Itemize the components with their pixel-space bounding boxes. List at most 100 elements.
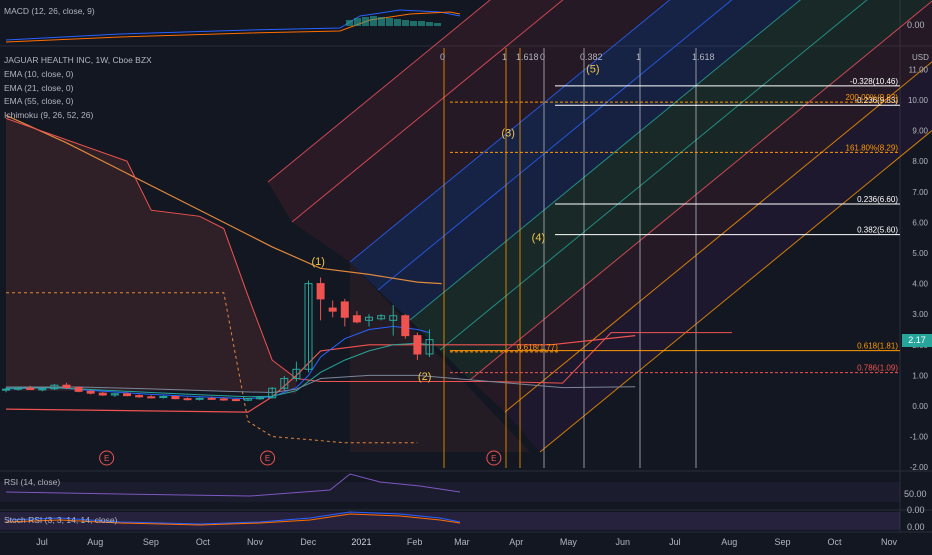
candle-body[interactable] [328,307,337,312]
elliott-wave-label: (5) [586,63,599,75]
time-axis-tick: Feb [407,537,423,547]
time-axis-tick: Jul [36,537,48,547]
ema21-legend[interactable]: EMA (21, close, 0) [4,83,73,93]
macd-axis-tick: 0.00 [907,20,925,30]
price-axis-tick: 8.00 [912,157,928,166]
chart-canvas[interactable]: 0 1 1.618 0 0.382 1 1.618 -0.328(10.46)-0.236(… [0,0,932,550]
candle-body[interactable] [2,388,10,391]
macd-histogram-bar [354,18,361,26]
fib-level-label: -0.328(10.46) [850,77,898,86]
fib-level-label: 0.618(1.77) [517,343,558,352]
elliott-wave-label: (1) [311,256,324,268]
stoch-rsi-title[interactable]: Stoch RSI (3, 3, 14, 14, close) [4,515,117,525]
fib-level-label: 0.382(5.60) [857,226,898,235]
candle-body[interactable] [98,392,107,396]
symbol-title[interactable]: JAGUAR HEALTH INC, 1W, Cboe BZX [4,55,152,65]
candle-body[interactable] [26,387,35,390]
time-axis-tick: Sep [143,537,159,547]
ichimoku-legend[interactable]: Ichimoku (9, 26, 52, 26) [4,110,93,120]
ichimoku-cloud [6,118,297,394]
macd-histogram-bar [410,21,417,26]
price-axis-tick: -2.00 [910,463,929,472]
price-axis-tick: 4.00 [912,280,928,289]
macd-histogram-bar [346,20,353,26]
fib-time-label: 0 [440,52,445,62]
currency-label: USD [912,53,929,62]
candle-body[interactable] [38,388,47,391]
fib-level-label: 0.618(1.81) [857,342,898,351]
time-axis-tick: Mar [454,537,470,547]
time-axis-tick: Apr [509,537,523,547]
macd-histogram-bar [434,23,441,26]
price-axis-tick: -1.00 [910,433,929,442]
time-axis-tick: Jul [669,537,681,547]
macd-histogram-bar [426,22,433,26]
candle-body[interactable] [135,395,144,398]
earnings-marker-label: E [265,454,270,463]
time-axis-tick: Sep [775,537,791,547]
candle-body[interactable] [256,397,265,400]
candle-body[interactable] [316,283,325,300]
time-axis-tick: Oct [828,537,843,547]
ema55-legend[interactable]: EMA (55, close, 0) [4,96,73,106]
stoch-axis-tick: 0.00 [907,522,925,532]
time-axis-tick: 2021 [351,537,371,547]
fib-level-label: 0.786(1.09) [857,364,898,373]
candle-body[interactable] [62,384,71,389]
time-axis-tick: Dec [300,537,317,547]
candle-body[interactable] [74,387,83,392]
rsi-axis-tick: 50.00 [904,489,927,499]
ema10-legend[interactable]: EMA (10, close, 0) [4,69,73,79]
fib-level-label: 161.80%(8.29) [846,143,899,152]
macd-histogram-bar [362,17,369,26]
fib-time-label: 1.618 [692,52,715,62]
price-axis-tick: 3.00 [912,310,928,319]
macd-histogram-bar [370,16,377,26]
chart-workspace[interactable]: 0 1 1.618 0 0.382 1 1.618 -0.328(10.46) -0.236(… [0,0,932,550]
candle-body[interactable] [123,393,131,397]
candle-body[interactable] [147,396,156,399]
price-axis-tick: 11.00 [909,65,929,74]
price-axis-tick: 6.00 [912,218,928,227]
time-axis-tick: Nov [881,537,898,547]
elliott-wave-label: (4) [532,232,545,244]
candle-body[interactable] [183,398,192,401]
candle-body[interactable] [14,387,23,390]
current-price-badge: 2.17 [902,334,932,347]
candle-body[interactable] [195,397,204,400]
rsi-axis-tick: 0.00 [907,505,925,515]
price-axis-tick: 1.00 [912,371,928,380]
earnings-marker-label: E [491,454,496,463]
candle-body[interactable] [352,315,361,323]
time-axis-tick: May [560,537,578,547]
time-axis-tick: Nov [247,537,264,547]
candle-body[interactable] [413,335,422,355]
candle-body[interactable] [159,396,168,399]
price-axis-tick: 7.00 [912,188,928,197]
fib-time-label: 1 [502,52,507,62]
price-axis-tick: 10.00 [908,96,929,105]
price-axis-tick: 9.00 [912,127,928,136]
candle-body[interactable] [401,315,410,337]
time-axis-tick: Jun [616,537,631,547]
candle-body[interactable] [340,301,349,318]
time-axis-tick: Oct [196,537,211,547]
time-axis-tick: Aug [721,537,737,547]
macd-histogram-bar [402,20,409,26]
candle-body[interactable] [231,399,240,402]
fib-level-label: 0.236(6.60) [857,195,898,204]
candle-body[interactable] [219,398,228,401]
candle-body[interactable] [207,397,216,400]
fib-time-label: 0.382 [580,52,603,62]
price-axis-tick: 0.00 [912,402,928,411]
elliott-wave-label: (3) [501,128,514,140]
fib-level-label: 200.00%(9.93) [846,93,899,102]
candle-body[interactable] [86,390,95,394]
candle-body[interactable] [171,396,180,400]
rsi-band [0,482,900,502]
macd-histogram-bar [394,19,401,26]
fib-time-label: 1 [636,52,641,62]
price-axis-tick: 5.00 [912,249,928,258]
rsi-title[interactable]: RSI (14, close) [4,477,60,487]
macd-histogram-bar [378,17,385,26]
